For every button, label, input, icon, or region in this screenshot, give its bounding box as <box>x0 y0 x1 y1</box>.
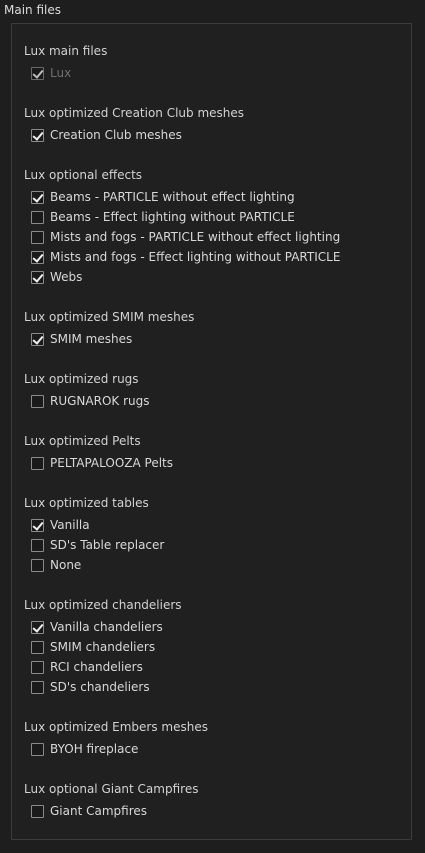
option-label: Vanilla chandeliers <box>50 620 163 634</box>
option-rci-chandeliers[interactable]: RCI chandeliers <box>24 657 405 677</box>
option-label: Giant Campfires <box>50 804 148 818</box>
option-smim-meshes[interactable]: SMIM meshes <box>24 329 405 349</box>
option-label: SMIM chandeliers <box>50 640 156 654</box>
option-label: BYOH fireplace <box>50 742 139 756</box>
option-beams-particle-without-effect-lighting[interactable]: Beams - PARTICLE without effect lighting <box>24 187 405 207</box>
option-smim-chandeliers[interactable]: SMIM chandeliers <box>24 637 405 657</box>
option-none[interactable]: None <box>24 555 405 575</box>
checkbox-checked <box>31 66 44 80</box>
checkbox-unchecked[interactable] <box>31 660 44 674</box>
option-beams-effect-lighting-without-particle[interactable]: Beams - Effect lighting without PARTICLE <box>24 207 405 227</box>
checkbox-unchecked[interactable] <box>31 640 44 654</box>
checkbox-unchecked[interactable] <box>31 742 44 756</box>
checkbox-checked[interactable] <box>31 518 44 532</box>
option-label: SD's Table replacer <box>50 538 165 552</box>
option-creation-club-meshes[interactable]: Creation Club meshes <box>24 125 405 145</box>
section-lux-optimized-rugs: Lux optimized rugs RUGNAROK rugs <box>24 371 405 411</box>
checkbox-checked[interactable] <box>31 250 44 264</box>
checkbox-checked[interactable] <box>31 128 44 142</box>
checkbox-unchecked[interactable] <box>31 210 44 224</box>
option-label: Webs <box>50 270 83 284</box>
section-title: Lux optimized Embers meshes <box>24 720 208 734</box>
section-title: Lux optimized chandeliers <box>24 598 182 612</box>
checkbox-unchecked[interactable] <box>31 456 44 470</box>
options-list: Lux main files Lux Lux optimized Creation … <box>24 43 405 821</box>
checkbox-checked[interactable] <box>31 270 44 284</box>
option-peltapalooza-pelts[interactable]: PELTAPALOOZA Pelts <box>24 453 405 473</box>
option-label: Vanilla <box>50 518 90 532</box>
option-label: Creation Club meshes <box>50 128 182 142</box>
option-giant-campfires[interactable]: Giant Campfires <box>24 801 405 821</box>
option-byoh-fireplace[interactable]: BYOH fireplace <box>24 739 405 759</box>
checkbox-unchecked[interactable] <box>31 680 44 694</box>
section-title: Lux optional effects <box>24 168 143 182</box>
section-lux-main-files: Lux main files Lux <box>24 43 405 83</box>
checkbox-checked[interactable] <box>31 190 44 204</box>
section-lux-optimized-chandeliers: Lux optimized chandeliers Vanilla chandel… <box>24 597 405 697</box>
section-lux-optimized-smim-meshes: Lux optimized SMIM meshes SMIM meshes <box>24 309 405 349</box>
option-label: RCI chandeliers <box>50 660 143 674</box>
option-label: Beams - Effect lighting without PARTICLE <box>50 210 295 224</box>
option-label: RUGNAROK rugs <box>50 394 150 408</box>
section-title: Lux main files <box>24 44 108 58</box>
main-files-group: Lux main files Lux Lux optimized Creation … <box>11 23 412 840</box>
checkbox-unchecked[interactable] <box>31 394 44 408</box>
section-lux-optional-effects: Lux optional effects Beams - PARTICLE wit… <box>24 167 405 287</box>
option-vanilla-chandeliers[interactable]: Vanilla chandeliers <box>24 617 405 637</box>
option-label: PELTAPALOOZA Pelts <box>50 456 174 470</box>
option-label: Lux <box>50 66 72 80</box>
checkbox-unchecked[interactable] <box>31 538 44 552</box>
checkbox-unchecked[interactable] <box>31 558 44 572</box>
option-webs[interactable]: Webs <box>24 267 405 287</box>
checkbox-checked[interactable] <box>31 332 44 346</box>
section-title: Lux optimized tables <box>24 496 149 510</box>
option-mists-and-fogs-particle-without-effect-lighting[interactable]: Mists and fogs - PARTICLE without effect… <box>24 227 405 247</box>
checkbox-unchecked[interactable] <box>31 230 44 244</box>
page-title: Main files <box>4 3 61 17</box>
section-title: Lux optional Giant Campfires <box>24 782 199 796</box>
section-title: Lux optimized rugs <box>24 372 139 386</box>
option-label: Mists and fogs - PARTICLE without effect… <box>50 230 341 244</box>
section-lux-optimized-embers-meshes: Lux optimized Embers meshes BYOH fireplac… <box>24 719 405 759</box>
section-title: Lux optimized Creation Club meshes <box>24 106 245 120</box>
option-label: SMIM meshes <box>50 332 133 346</box>
option-sd-s-chandeliers[interactable]: SD's chandeliers <box>24 677 405 697</box>
option-vanilla[interactable]: Vanilla <box>24 515 405 535</box>
checkbox-checked[interactable] <box>31 620 44 634</box>
option-rugnarok-rugs[interactable]: RUGNAROK rugs <box>24 391 405 411</box>
section-lux-optional-giant-campfires: Lux optional Giant Campfires Giant Campfi… <box>24 781 405 821</box>
section-lux-optimized-tables: Lux optimized tables Vanilla SD's Table re… <box>24 495 405 575</box>
option-sd-s-table-replacer[interactable]: SD's Table replacer <box>24 535 405 555</box>
option-mists-and-fogs-effect-lighting-without-particle[interactable]: Mists and fogs - Effect lighting without… <box>24 247 405 267</box>
option-lux: Lux <box>24 63 405 83</box>
option-label: Beams - PARTICLE without effect lighting <box>50 190 295 204</box>
checkbox-unchecked[interactable] <box>31 804 44 818</box>
section-lux-optimized-pelts: Lux optimized Pelts PELTAPALOOZA Pelts <box>24 433 405 473</box>
option-label: None <box>50 558 82 572</box>
section-title: Lux optimized Pelts <box>24 434 141 448</box>
section-lux-optimized-creation-club-meshes: Lux optimized Creation Club meshes Creati… <box>24 105 405 145</box>
section-title: Lux optimized SMIM meshes <box>24 310 195 324</box>
option-label: Mists and fogs - Effect lighting without… <box>50 250 341 264</box>
option-label: SD's chandeliers <box>50 680 150 694</box>
